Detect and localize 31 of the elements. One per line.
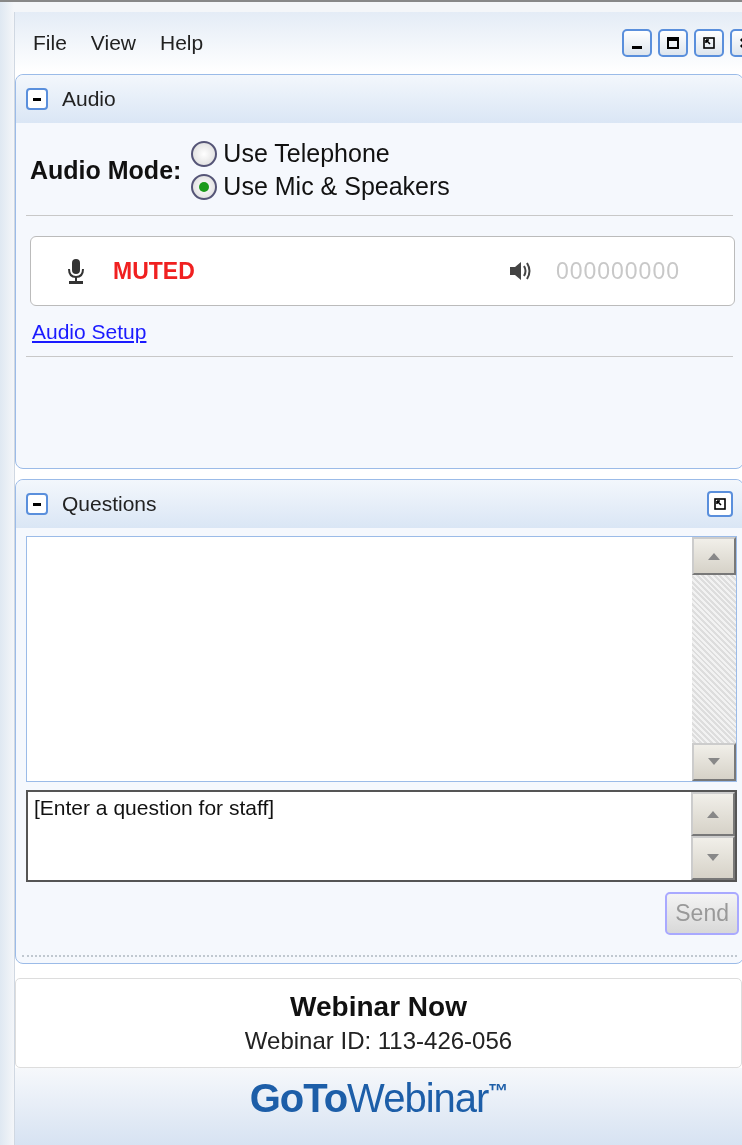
webinar-title: Webinar Now <box>290 991 467 1023</box>
radio-label: Use Telephone <box>223 139 390 168</box>
maximize-button[interactable] <box>658 29 688 57</box>
panel-title: Audio <box>62 87 116 111</box>
scroll-up-button[interactable] <box>692 537 736 575</box>
minimize-button[interactable] <box>622 29 652 57</box>
minimize-icon <box>632 46 642 49</box>
down-arrow-icon <box>706 757 722 767</box>
radio-button[interactable] <box>191 140 218 167</box>
maximize-icon <box>666 36 680 50</box>
collapse-button[interactable] <box>26 493 48 515</box>
restore-icon <box>702 36 716 50</box>
up-arrow-icon <box>706 551 722 561</box>
microphone-icon <box>65 257 87 285</box>
audio-mode-label: Audio Mode: <box>30 155 182 185</box>
radio-option[interactable]: Use Telephone <box>191 139 450 168</box>
radio-button[interactable] <box>191 173 218 200</box>
popout-button[interactable] <box>707 491 733 517</box>
menu-item[interactable]: File <box>33 31 67 55</box>
audio-setup-link[interactable]: Audio Setup <box>32 320 147 344</box>
collapse-button[interactable] <box>26 88 48 110</box>
webinar-id: Webinar ID: 113-426-056 <box>244 1027 513 1055</box>
menu-item[interactable]: Help <box>160 31 204 55</box>
scrollbar[interactable] <box>692 537 736 781</box>
logo: GoToWebinar$^{™}$ <box>249 1076 508 1121</box>
restore-button[interactable] <box>694 29 724 57</box>
restore-icon <box>713 497 727 511</box>
menu-item[interactable]: View <box>90 31 136 55</box>
mic-status: MUTED <box>113 257 195 285</box>
panel-title: Questions <box>62 492 157 516</box>
scroll-down-button[interactable] <box>692 743 736 781</box>
